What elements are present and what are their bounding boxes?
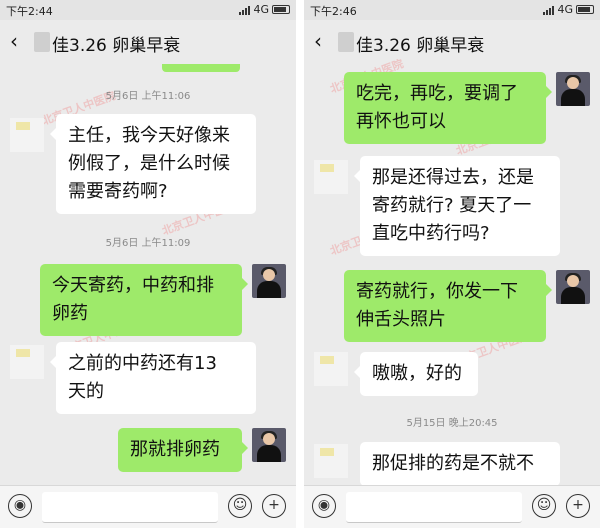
chat-header: ‹ 佳3.26 卵巢早衰 xyxy=(304,20,600,64)
contact-avatar[interactable] xyxy=(314,444,348,478)
status-icons: 4G xyxy=(239,3,290,16)
back-chevron-icon[interactable]: ‹ xyxy=(10,29,18,53)
my-avatar[interactable] xyxy=(252,264,286,298)
emoji-icon[interactable]: ☺ xyxy=(532,494,556,518)
message-bubble-out[interactable]: 今天寄药，中药和排 卵药 xyxy=(40,264,248,336)
contact-avatar[interactable] xyxy=(10,118,44,152)
message-timestamp: 5月6日 上午11:09 xyxy=(105,238,191,249)
message-text: 那就排卵药 xyxy=(130,439,220,460)
status-bar: 下午2:44 4G xyxy=(0,0,296,20)
message-text: 寄药就行，你发一下 伸舌头照片 xyxy=(356,281,518,330)
chat-header: ‹ 佳3.26 卵巢早衰 xyxy=(0,20,296,64)
contact-avatar xyxy=(338,32,354,52)
message-timestamp: 5月15日 晚上20:45 xyxy=(406,418,498,429)
message-text: 那促排的药是不就不 xyxy=(372,453,534,474)
battery-icon xyxy=(576,5,594,14)
my-avatar[interactable] xyxy=(252,428,286,462)
contact-avatar[interactable] xyxy=(314,352,348,386)
network-label: 4G xyxy=(253,3,269,16)
contact-avatar[interactable] xyxy=(10,345,44,379)
message-bubble-in[interactable]: 那促排的药是不就不 xyxy=(360,442,560,486)
chat-screen-left: 下午2:44 4G ‹ 佳3.26 卵巢早衰 北京卫人中医院 北京卫人中医院 北… xyxy=(0,0,296,528)
wifi-signal-icon xyxy=(239,5,251,15)
message-input[interactable] xyxy=(346,492,522,523)
message-bubble-out[interactable]: 那就排卵药 xyxy=(118,428,248,472)
status-time: 下午2:44 xyxy=(6,5,53,18)
message-text: 吃完，再吃，要调了 再怀也可以 xyxy=(356,83,518,132)
battery-icon xyxy=(272,5,290,14)
message-bubble-out[interactable]: 寄药就行，你发一下 伸舌头照片 xyxy=(344,270,552,342)
status-icons: 4G xyxy=(543,3,594,16)
message-bubble-in[interactable]: 那是还得过去，还是 寄药就行? 夏天了一 直吃中药行吗? xyxy=(354,156,560,256)
status-bar: 下午2:46 4G xyxy=(304,0,600,20)
chat-title: 佳3.26 卵巢早衰 xyxy=(356,36,485,56)
voice-icon[interactable]: ◉ xyxy=(312,494,336,518)
network-label: 4G xyxy=(557,3,573,16)
voice-icon[interactable]: ◉ xyxy=(8,494,32,518)
message-bubble-out[interactable] xyxy=(162,64,240,72)
message-text: 今天寄药，中药和排 卵药 xyxy=(52,275,214,324)
message-bubble-in[interactable]: 之前的中药还有13 天的 xyxy=(50,342,256,414)
message-bubble-in[interactable]: 主任，我今天好像来 例假了，是什么时候 需要寄药啊? xyxy=(50,114,256,214)
message-text: 之前的中药还有13 天的 xyxy=(68,353,217,402)
emoji-icon[interactable]: ☺ xyxy=(228,494,252,518)
status-time: 下午2:46 xyxy=(310,5,357,18)
my-avatar[interactable] xyxy=(556,72,590,106)
plus-icon[interactable]: + xyxy=(262,494,286,518)
back-chevron-icon[interactable]: ‹ xyxy=(314,29,322,53)
message-text: 主任，我今天好像来 例假了，是什么时候 需要寄药啊? xyxy=(68,125,230,202)
wifi-signal-icon xyxy=(543,5,555,15)
message-text: 那是还得过去，还是 寄药就行? 夏天了一 直吃中药行吗? xyxy=(372,167,534,244)
chat-screen-right: 下午2:46 4G ‹ 佳3.26 卵巢早衰 北京卫人中医院 北京卫人中医院 北… xyxy=(304,0,600,528)
message-timestamp: 5月6日 上午11:06 xyxy=(105,91,191,102)
message-text: 嗷嗷，好的 xyxy=(372,363,462,384)
contact-avatar[interactable] xyxy=(314,160,348,194)
my-avatar[interactable] xyxy=(556,270,590,304)
input-bar: ◉ ☺ + xyxy=(304,485,600,528)
message-input[interactable] xyxy=(42,492,218,523)
message-bubble-out[interactable]: 吃完，再吃，要调了 再怀也可以 xyxy=(344,72,552,144)
contact-avatar xyxy=(34,32,50,52)
chat-title: 佳3.26 卵巢早衰 xyxy=(52,36,181,56)
plus-icon[interactable]: + xyxy=(566,494,590,518)
input-bar: ◉ ☺ + xyxy=(0,485,296,528)
message-bubble-in[interactable]: 嗷嗷，好的 xyxy=(354,352,478,396)
